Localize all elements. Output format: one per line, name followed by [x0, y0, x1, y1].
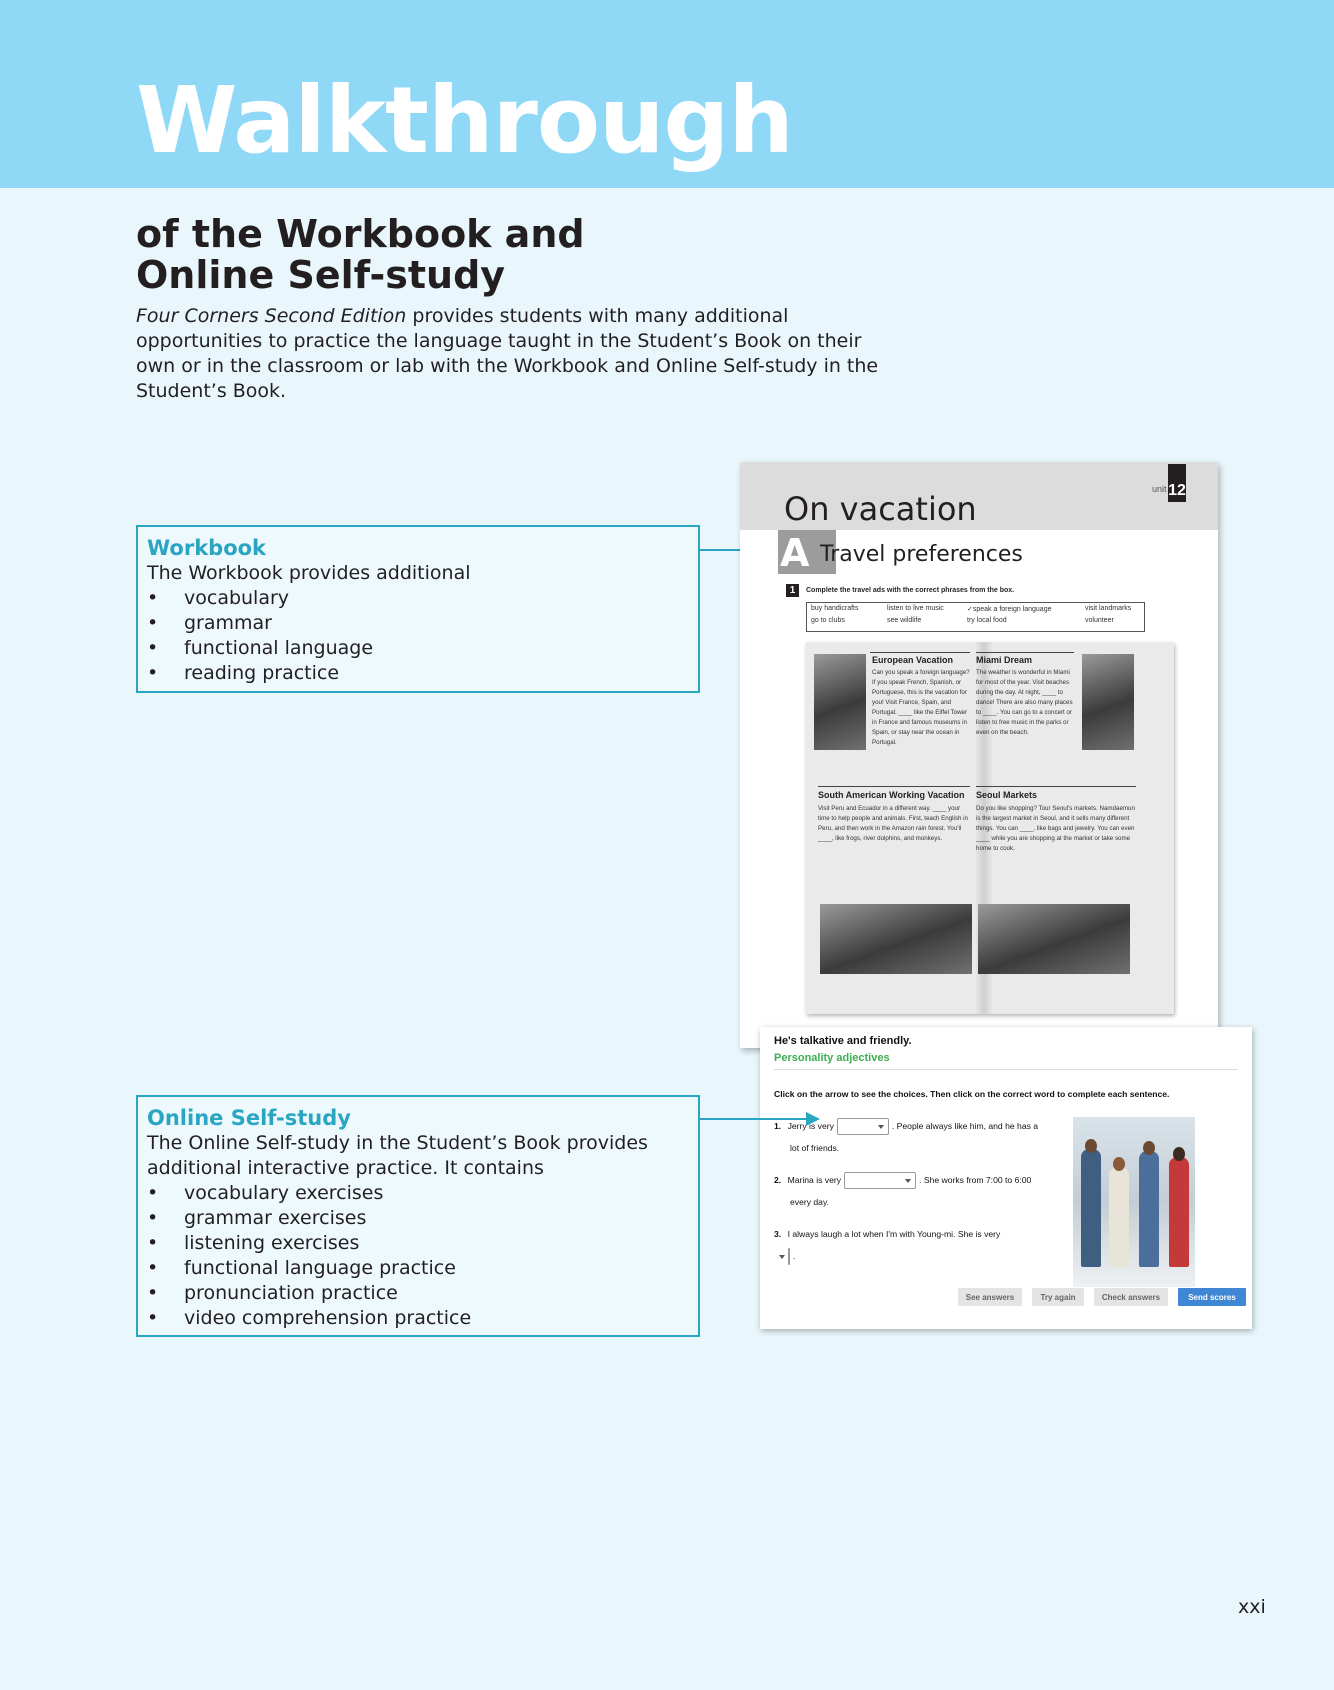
person-figure — [1109, 1167, 1129, 1267]
word-box-item: listen to live music — [887, 605, 944, 612]
intro-paragraph: Four Corners Second Edition provides stu… — [136, 304, 896, 404]
online-lead: The Online Self-study in the Student’s B… — [147, 1132, 648, 1179]
page-number: xxi — [1238, 1596, 1266, 1618]
workbook-callout: Workbook The Workbook provides additiona… — [136, 525, 700, 693]
question-text: . People always like him, and he has a — [891, 1121, 1039, 1131]
workbook-lead: The Workbook provides additional — [147, 562, 471, 584]
subtitle-line-2: Online Self-study — [136, 253, 506, 297]
word-box-item: go to clubs — [811, 617, 845, 624]
ad-rule — [870, 652, 970, 653]
ad-text: Visit Peru and Ecuador in a different wa… — [818, 805, 968, 842]
list-item: vocabulary — [147, 586, 690, 611]
activity-instruction: Click on the arrow to see the choices. T… — [774, 1089, 1170, 1099]
lesson-title: Travel preferences — [820, 542, 1023, 567]
market-photo — [978, 904, 1130, 974]
person-head — [1173, 1147, 1185, 1161]
person-figure — [1139, 1151, 1159, 1267]
students-photo — [1073, 1117, 1195, 1287]
list-item: video comprehension practice — [147, 1306, 690, 1331]
check-answers-button[interactable]: Check answers — [1094, 1288, 1168, 1306]
ad-text: The weather is wonderful in Miami for mo… — [976, 669, 1073, 736]
ad-rule — [818, 786, 970, 787]
ad-rule — [976, 652, 1074, 653]
online-heading: Online Self-study — [147, 1106, 351, 1130]
question-2: 2. Marina is very . She works from 7:00 t… — [774, 1169, 1044, 1213]
answer-dropdown[interactable] — [844, 1172, 917, 1190]
subtitle-line-1: of the Workbook and — [136, 212, 585, 256]
ad-rule — [976, 786, 1136, 787]
ad-title: Seoul Markets — [976, 790, 1038, 800]
list-item: listening exercises — [147, 1231, 690, 1256]
eiffel-tower-photo — [814, 654, 866, 750]
list-item: functional language practice — [147, 1256, 690, 1281]
person-figure — [1081, 1149, 1101, 1267]
see-answers-button[interactable]: See answers — [958, 1288, 1022, 1306]
online-arrow — [700, 1112, 820, 1126]
book-title: Four Corners Second Edition — [136, 305, 407, 327]
online-callout: Online Self-study The Online Self-study … — [136, 1095, 700, 1337]
list-item: grammar — [147, 611, 690, 636]
online-self-study-screenshot: He's talkative and friendly. Personality… — [760, 1027, 1252, 1329]
divider — [774, 1069, 1238, 1070]
person-figure — [1169, 1157, 1189, 1267]
word-box-item: ✓speak a foreign language — [967, 606, 1052, 613]
word-box-item: buy handicrafts — [811, 605, 859, 612]
question-number: 1. — [774, 1121, 782, 1131]
word-box-item: visit landmarks — [1085, 605, 1132, 612]
page-title: Walkthrough — [136, 67, 794, 174]
list-item: pronunciation practice — [147, 1281, 690, 1306]
send-scores-button[interactable]: Send scores — [1178, 1288, 1246, 1306]
question-text: lot of friends. — [790, 1143, 840, 1153]
word-box: buy handicrafts listen to live music ✓sp… — [806, 602, 1145, 632]
unit-label: unit — [1152, 484, 1167, 494]
person-head — [1085, 1139, 1097, 1153]
question-text: . — [793, 1251, 796, 1261]
list-item: vocabulary exercises — [147, 1181, 690, 1206]
activity-title: He's talkative and friendly. — [774, 1035, 912, 1047]
ad-title: South American Working Vacation — [818, 790, 965, 800]
ad-title: Miami Dream — [976, 655, 1033, 665]
exercise-number: 1 — [786, 584, 799, 597]
word-box-item: volunteer — [1085, 617, 1114, 624]
ad-text: Can you speak a foreign language? If you… — [872, 669, 970, 746]
question-text: I always laugh a lot when I'm with Young… — [787, 1229, 1001, 1239]
workbook-page-thumbnail: unit 12 On vacation A Travel preferences… — [740, 462, 1218, 1048]
rainforest-photo — [820, 904, 972, 974]
ad-text: Do you like shopping? Tour Seoul's marke… — [976, 805, 1135, 852]
workbook-page-header: unit 12 On vacation — [740, 462, 1218, 530]
unit-title: On vacation — [784, 490, 977, 528]
try-again-button[interactable]: Try again — [1032, 1288, 1084, 1306]
miami-photo — [1082, 654, 1134, 750]
question-text: Marina is very — [787, 1175, 842, 1185]
workbook-list: vocabulary grammar functional language r… — [147, 586, 690, 686]
ad-title: European Vacation — [872, 655, 954, 665]
travel-ads-magazine: European Vacation Can you speak a foreig… — [806, 642, 1174, 1014]
question-number: 3. — [774, 1229, 782, 1239]
list-item: grammar exercises — [147, 1206, 690, 1231]
answer-dropdown[interactable] — [836, 1118, 889, 1136]
word-box-item: try local food — [967, 617, 1007, 624]
list-item: reading practice — [147, 661, 690, 686]
unit-number: 12 — [1168, 464, 1186, 502]
workbook-heading: Workbook — [147, 536, 267, 560]
online-list: vocabulary exercises grammar exercises l… — [147, 1181, 690, 1331]
page-subtitle: of the Workbook and Online Self-study — [136, 214, 585, 296]
question-text: every day. — [790, 1197, 830, 1207]
person-head — [1113, 1157, 1125, 1171]
question-3: 3. I always laugh a lot when I'm with Yo… — [774, 1223, 1044, 1267]
header-banner: Walkthrough — [0, 0, 1334, 188]
question-text: . She works from 7:00 to 6:00 — [919, 1175, 1032, 1185]
person-head — [1143, 1141, 1155, 1155]
list-item: functional language — [147, 636, 690, 661]
question-number: 2. — [774, 1175, 782, 1185]
exercise-instruction: Complete the travel ads with the correct… — [806, 587, 1015, 594]
word-box-item: see wildlife — [887, 617, 922, 624]
answer-dropdown[interactable] — [779, 1248, 790, 1266]
activity-subtitle: Personality adjectives — [774, 1052, 890, 1064]
